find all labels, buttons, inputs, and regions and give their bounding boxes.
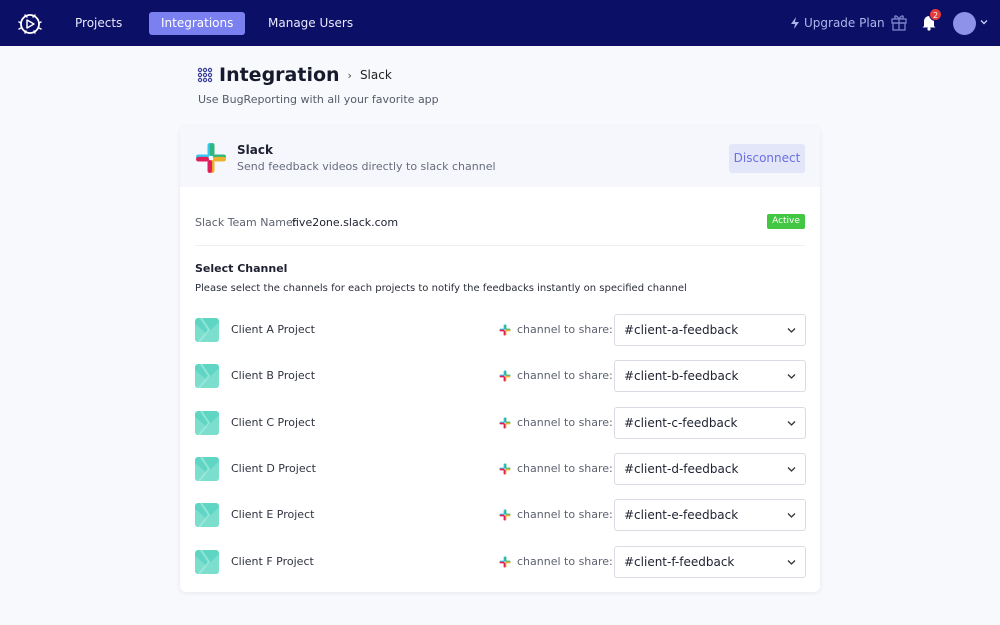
share-label: channel to share: [517, 369, 613, 383]
select-channel-description: Please select the channels for each proj… [195, 283, 687, 294]
team-name-label: Slack Team Name: [195, 216, 297, 229]
slack-small-icon [499, 509, 511, 521]
share-label: channel to share: [517, 323, 613, 336]
nav-projects[interactable]: Projects [63, 12, 134, 35]
project-avatar-icon [195, 456, 219, 481]
channel-select-value: #client-f-feedback [624, 554, 735, 569]
integration-card: Slack Send feedback videos directly to s… [180, 126, 820, 592]
channel-select[interactable]: #client-e-feedback [614, 499, 806, 532]
channel-select[interactable]: #client-f-feedback [614, 545, 806, 578]
project-name: Client E Project [231, 508, 315, 522]
channel-select-value: #client-b-feedback [624, 369, 739, 384]
slack-small-icon [499, 417, 511, 429]
list-item: Client A Project channel to share: #client… [195, 314, 806, 346]
notification-badge: 2 [929, 8, 942, 21]
chevron-down-icon [787, 420, 796, 426]
upgrade-plan-link[interactable]: Upgrade Plan [790, 12, 885, 34]
channel-select[interactable]: #client-a-feedback [614, 314, 806, 346]
select-channel-title: Select Channel [195, 262, 288, 275]
integration-name: Slack [237, 143, 273, 157]
chevron-down-icon [787, 513, 796, 519]
list-item: Client F Project channel to share: #client… [195, 545, 806, 578]
chevron-down-icon [787, 328, 796, 333]
slack-small-icon [499, 370, 511, 382]
bug-logo-icon[interactable] [16, 9, 44, 37]
chevron-down-icon [787, 466, 796, 472]
nav-integrations[interactable]: Integrations [149, 12, 246, 35]
share-label: channel to share: [517, 554, 613, 568]
page-header: Integration › Slack [197, 62, 392, 88]
slack-small-icon [499, 463, 511, 475]
project-name: Client A Project [231, 323, 315, 336]
list-item: Client E Project channel to share: #client… [195, 499, 806, 532]
channel-select[interactable]: #client-c-feedback [614, 406, 806, 439]
breadcrumb[interactable]: Slack [360, 68, 392, 82]
project-name: Client F Project [231, 554, 314, 568]
page-title: Integration [219, 64, 340, 86]
share-label: channel to share: [517, 461, 613, 475]
project-avatar-icon [195, 503, 219, 528]
share-label: channel to share: [517, 508, 613, 522]
integration-card-header: Slack Send feedback videos directly to s… [180, 126, 820, 187]
slack-small-icon [499, 324, 511, 336]
project-avatar-icon [195, 549, 219, 574]
channel-select-value: #client-e-feedback [624, 508, 739, 523]
channel-select-value: #client-d-feedback [624, 461, 739, 476]
page-subtitle: Use BugReporting with all your favorite … [198, 93, 439, 106]
top-navbar: Projects Integrations Manage Users Upgra… [0, 0, 1000, 46]
chevron-down-icon[interactable] [980, 18, 988, 26]
channel-select[interactable]: #client-b-feedback [614, 360, 806, 393]
divider [195, 245, 805, 246]
project-name: Client B Project [231, 369, 316, 383]
disconnect-button[interactable]: Disconnect [729, 144, 805, 173]
slack-logo-icon [196, 143, 226, 173]
project-name: Client D Project [231, 461, 316, 475]
project-avatar-icon [195, 318, 219, 342]
chevron-down-icon [787, 559, 796, 565]
project-avatar-icon [195, 364, 219, 389]
upgrade-plan-label: Upgrade Plan [804, 16, 885, 30]
lightning-icon [791, 17, 799, 29]
status-badge: Active [767, 214, 805, 229]
integration-description: Send feedback videos directly to slack c… [237, 160, 496, 173]
project-avatar-icon [195, 410, 219, 435]
slack-small-icon [499, 556, 511, 567]
gift-icon[interactable] [890, 13, 908, 31]
channel-select-value: #client-a-feedback [624, 323, 739, 337]
channel-select-value: #client-c-feedback [624, 415, 738, 430]
project-name: Client C Project [231, 415, 316, 429]
nav-manage-users[interactable]: Manage Users [256, 12, 365, 35]
team-name-value: five2one.slack.com [292, 216, 399, 229]
channel-select[interactable]: #client-d-feedback [614, 452, 806, 485]
list-item: Client D Project channel to share: #client… [195, 452, 806, 485]
breadcrumb-separator-icon: › [347, 68, 352, 82]
chevron-down-icon [787, 374, 796, 380]
grid-icon [197, 67, 213, 83]
list-item: Client B Project channel to share: #client… [195, 360, 806, 393]
list-item: Client C Project channel to share: #client… [195, 406, 806, 439]
share-label: channel to share: [517, 415, 613, 429]
avatar[interactable] [953, 12, 976, 35]
